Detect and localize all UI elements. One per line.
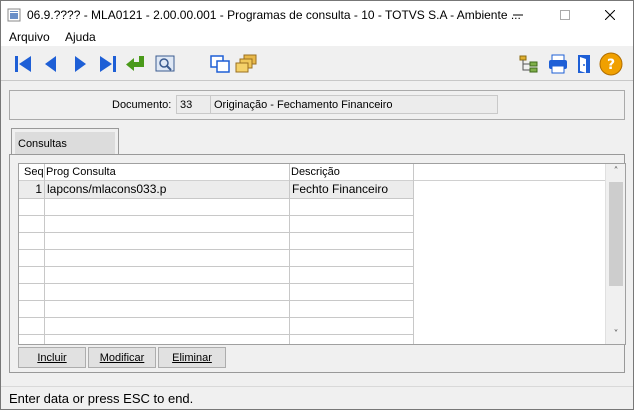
last-icon [100,56,116,72]
column-header-prog[interactable]: Prog Consulta [46,166,116,178]
document-header: Documento: 33 Originação - Fechamento Fi… [9,90,625,120]
grid-divider [19,283,413,284]
goto-icon [126,56,144,71]
title-bar[interactable]: 06.9.???? - MLA0121 - 2.00.00.001 - Prog… [1,1,633,29]
tree-icon [519,55,538,73]
last-record-button[interactable] [96,52,120,76]
include-button[interactable]: Incluir [18,347,86,368]
menu-bar: Arquivo Ajuda [1,29,633,46]
status-bar: Enter data or press ESC to end. [1,386,633,409]
folders-icon [235,54,257,73]
modify-button-label: Modificar [99,351,145,364]
delete-button[interactable]: Eliminar [158,347,226,368]
exit-button[interactable] [572,52,596,76]
tree-button[interactable] [517,52,541,76]
grid-divider [19,334,413,335]
grid-divider [19,198,413,199]
consultas-grid[interactable]: Seq Prog Consulta Descrição 1 lapcons/ml… [18,163,626,345]
modify-button[interactable]: Modificar [88,347,156,368]
window-title: 06.9.???? - MLA0121 - 2.00.00.001 - Prog… [27,8,521,22]
status-text: Enter data or press ESC to end. [9,391,194,406]
delete-button-label: Eliminar [172,351,212,364]
scroll-up-icon[interactable]: ˄ [611,167,621,177]
document-label: Documento: [112,99,172,111]
svg-text:?: ? [607,57,615,73]
help-button[interactable]: ? [599,52,623,76]
tab-consultas[interactable]: Consultas [11,128,119,155]
maximize-icon [560,10,570,20]
print-icon [549,54,567,74]
cell-descricao: Fechto Financeiro [292,182,389,196]
previous-record-button[interactable] [39,52,63,76]
column-header-descricao[interactable]: Descrição [291,166,340,178]
minimize-icon [513,14,523,16]
menu-arquivo[interactable]: Arquivo [9,30,50,44]
previous-icon [45,56,56,72]
scroll-down-icon[interactable]: ˅ [611,330,621,340]
vertical-scrollbar[interactable]: ˄ ˅ [605,164,625,344]
grid-divider [413,164,414,344]
table-row[interactable]: 1 lapcons/mlacons033.p Fechto Financeiro [19,181,413,198]
include-button-label: Incluir [37,351,67,364]
grid-header: Seq Prog Consulta Descrição [19,164,625,181]
grid-divider [19,266,413,267]
close-icon [605,10,615,20]
next-record-button[interactable] [68,52,92,76]
next-icon [75,56,86,72]
search-button[interactable] [153,52,177,76]
copy-button[interactable] [208,52,232,76]
app-icon [7,8,21,22]
cell-seq: 1 [35,182,42,196]
maximize-button[interactable] [542,1,588,29]
grid-divider [19,249,413,250]
app-window: 06.9.???? - MLA0121 - 2.00.00.001 - Prog… [0,0,634,410]
close-button[interactable] [587,1,633,29]
grid-divider [19,300,413,301]
goto-button[interactable] [124,52,148,76]
consultas-panel: Seq Prog Consulta Descrição 1 lapcons/ml… [9,154,626,373]
grid-divider [19,215,413,216]
menu-ajuda[interactable]: Ajuda [65,30,96,44]
first-record-button[interactable] [11,52,35,76]
grid-divider [19,317,413,318]
folders-button[interactable] [234,52,258,76]
toolbar: ? [1,47,633,81]
help-icon: ? [599,52,623,76]
search-icon [155,55,175,72]
exit-icon [578,55,590,73]
column-header-seq[interactable]: Seq [24,166,44,178]
cell-prog: lapcons/mlacons033.p [47,182,167,196]
grid-divider [19,232,413,233]
tab-consultas-label: Consultas [15,132,115,155]
print-button[interactable] [546,52,570,76]
minimize-button[interactable] [495,1,541,29]
document-code-field: 33 [176,95,212,114]
document-description-field: Originação - Fechamento Financeiro [210,95,498,114]
first-icon [15,56,31,72]
scroll-thumb[interactable] [609,182,623,286]
copy-icon [210,55,230,73]
